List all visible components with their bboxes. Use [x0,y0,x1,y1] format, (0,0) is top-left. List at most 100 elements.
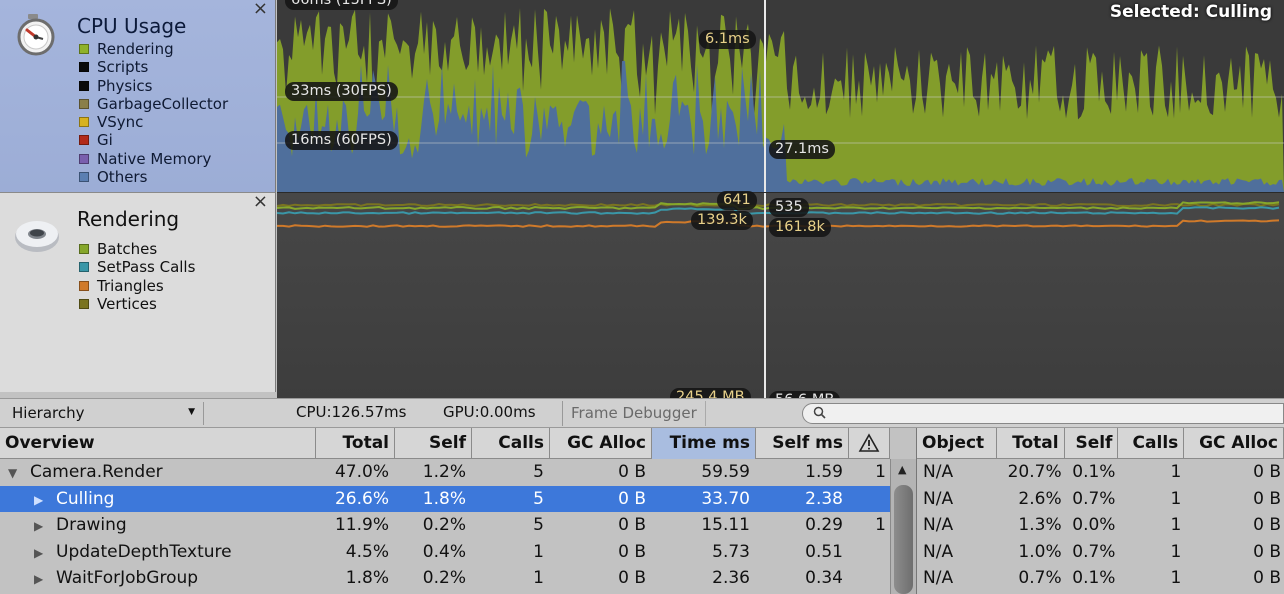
batches-left-label: 641 [717,191,757,210]
collapsed-arrow-icon[interactable]: ▶ [34,540,50,566]
cell-gc: 0 B [618,541,646,562]
cpu-legend-item[interactable]: GarbageCollector [79,95,228,113]
column-warnings[interactable] [849,428,890,459]
cell-warn: 1 [875,515,886,536]
object-cell-total: 1.3% [1018,515,1062,536]
cell-self: 0.2% [422,568,466,589]
object-row[interactable]: N/A 0.7% 0.1% 1 0 B [917,565,1284,592]
rendering-legend-item[interactable]: SetPass Calls [79,258,195,276]
object-table-header: Object Total Self Calls GC Alloc [917,428,1284,459]
hierarchy-row[interactable]: ▼ Camera.Render 47.0% 1.2% 5 0 B 59.59 1.59 1 [0,459,890,486]
row-name: UpdateDepthTexture [56,541,232,562]
color-swatch [79,44,89,54]
cpu-legend-item[interactable]: Rendering [79,40,228,58]
object-cell-self: 0.7% [1072,488,1116,509]
cpu-legend-item[interactable]: Physics [79,77,228,95]
close-rendering-module-icon[interactable]: × [253,191,268,212]
view-mode-dropdown[interactable]: Hierarchy ▼ [4,402,204,425]
object-cell-object: N/A [923,541,954,562]
row-name: WaitForJobGroup [56,568,199,589]
column-total[interactable]: Total [316,428,395,459]
object-row[interactable]: N/A 1.3% 0.0% 1 0 B [917,512,1284,539]
color-swatch [79,80,89,91]
hierarchy-row[interactable]: ▶ UpdateDepthTexture 4.5% 0.4% 1 0 B 5.73 0.51 [0,539,890,566]
object-cell-gc: 0 B [1253,462,1281,482]
cpu-legend-item[interactable]: Gi [79,131,228,149]
scroll-up-icon[interactable]: ▲ [898,463,906,476]
rendering-legend-item[interactable]: Triangles [79,277,195,295]
rendering-legend-item[interactable]: Batches [79,240,195,258]
cpu-usage-legend[interactable]: CPU Usage × Rendering Scripts Physics Garba… [0,0,276,192]
dropdown-caret-icon: ▼ [188,407,195,417]
color-swatch [79,98,89,109]
object-row[interactable]: N/A 2.6% 0.7% 1 0 B [917,486,1284,513]
cell-selfms: 2.38 [805,488,843,509]
selected-sample-label: Selected: Culling [1109,2,1272,22]
object-cell-gc: 0 B [1253,515,1281,536]
close-cpu-module-icon[interactable]: × [253,0,268,19]
scrollbar-thumb[interactable] [894,485,913,594]
hierarchy-row[interactable]: ▶ Drawing 11.9% 0.2% 5 0 B 15.11 0.29 1 [0,512,890,539]
cell-gc: 0 B [618,462,646,482]
column-self[interactable]: Self [395,428,472,459]
column-object-calls[interactable]: Calls [1118,428,1185,459]
cell-time: 33.70 [701,488,750,509]
cpu-legend-item[interactable]: VSync [79,113,228,131]
object-row[interactable]: N/A 1.0% 0.7% 1 0 B [917,539,1284,566]
cpu-usage-graph[interactable]: 66ms (15FPS) 33ms (30FPS) 16ms (60FPS) 6… [277,0,1284,193]
frame-marker-left-label: 6.1ms [699,30,756,49]
column-overview[interactable]: Overview [0,428,316,459]
object-row[interactable]: N/A 20.7% 0.1% 1 0 B [917,459,1284,486]
cell-time: 2.36 [712,568,750,589]
column-time-ms[interactable]: Time ms [652,428,756,459]
cell-warn: 1 [875,462,886,482]
cell-time: 15.11 [701,515,750,536]
column-object-gc-alloc[interactable]: GC Alloc [1184,428,1284,459]
collapsed-arrow-icon[interactable]: ▶ [34,513,50,539]
view-mode-value: Hierarchy [12,404,85,422]
hierarchy-row[interactable]: ▶ WaitForJobGroup 1.8% 0.2% 1 0 B 2.36 0.34 [0,565,890,592]
cell-self: 0.4% [422,541,466,562]
object-cell-object: N/A [923,568,954,589]
cpu-legend-item[interactable]: Scripts [79,58,228,76]
expanded-arrow-icon[interactable]: ▼ [8,460,24,486]
collapsed-arrow-icon[interactable]: ▶ [34,487,50,513]
cpu-legend-list: Rendering Scripts Physics GarbageCollector V… [79,40,228,186]
cpu-legend-item[interactable]: Others [79,168,228,186]
object-details-table[interactable]: Object Total Self Calls GC Alloc N/A 20.7… [916,428,1284,594]
color-swatch [79,280,89,291]
rendering-legend-item[interactable]: Vertices [79,295,195,313]
cpu-time-readout: CPU:126.57ms [296,403,407,421]
hierarchy-table[interactable]: Overview Total Self Calls GC Alloc Time … [0,428,890,594]
cell-selfms: 0.51 [805,541,843,562]
cell-time: 5.73 [712,541,750,562]
column-object-self[interactable]: Self [1065,428,1119,459]
column-gc-alloc[interactable]: GC Alloc [550,428,652,459]
collapsed-arrow-icon[interactable]: ▶ [34,566,50,592]
rendering-title: Rendering [77,207,180,231]
legend-label: Others [97,168,148,187]
cell-total: 26.6% [334,488,389,509]
legend-label: Gi [97,131,113,150]
hierarchy-scrollbar[interactable]: ▲ [890,459,916,594]
row-name: Camera.Render [30,462,163,482]
cell-overview: ▼ Camera.Render [0,459,316,486]
row-name: Drawing [56,515,127,536]
object-cell-gc: 0 B [1253,488,1281,509]
column-object-total[interactable]: Total [997,428,1065,459]
column-object[interactable]: Object [917,428,997,459]
search-input[interactable] [802,403,1284,424]
rendering-graph[interactable]: 641 139.3k 535 161.8k 245.4 MB 56.6 MB [276,191,1284,410]
legend-label: Scripts [97,58,149,77]
column-calls[interactable]: Calls [472,428,550,459]
cell-self: 1.8% [422,488,466,509]
legend-label: Physics [97,76,153,95]
cpu-legend-item[interactable]: Native Memory [79,150,228,168]
rendering-legend[interactable]: Rendering × Batches SetPass Calls Triangle… [0,191,276,392]
frame-debugger-button[interactable]: Frame Debugger [562,401,706,426]
hierarchy-row[interactable]: ▶ Culling 26.6% 1.8% 5 0 B 33.70 2.38 [0,485,890,513]
search-icon [813,406,826,419]
object-cell-self: 0.0% [1072,515,1116,536]
threshold-label-33ms: 33ms (30FPS) [285,82,398,101]
column-self-ms[interactable]: Self ms [756,428,849,459]
